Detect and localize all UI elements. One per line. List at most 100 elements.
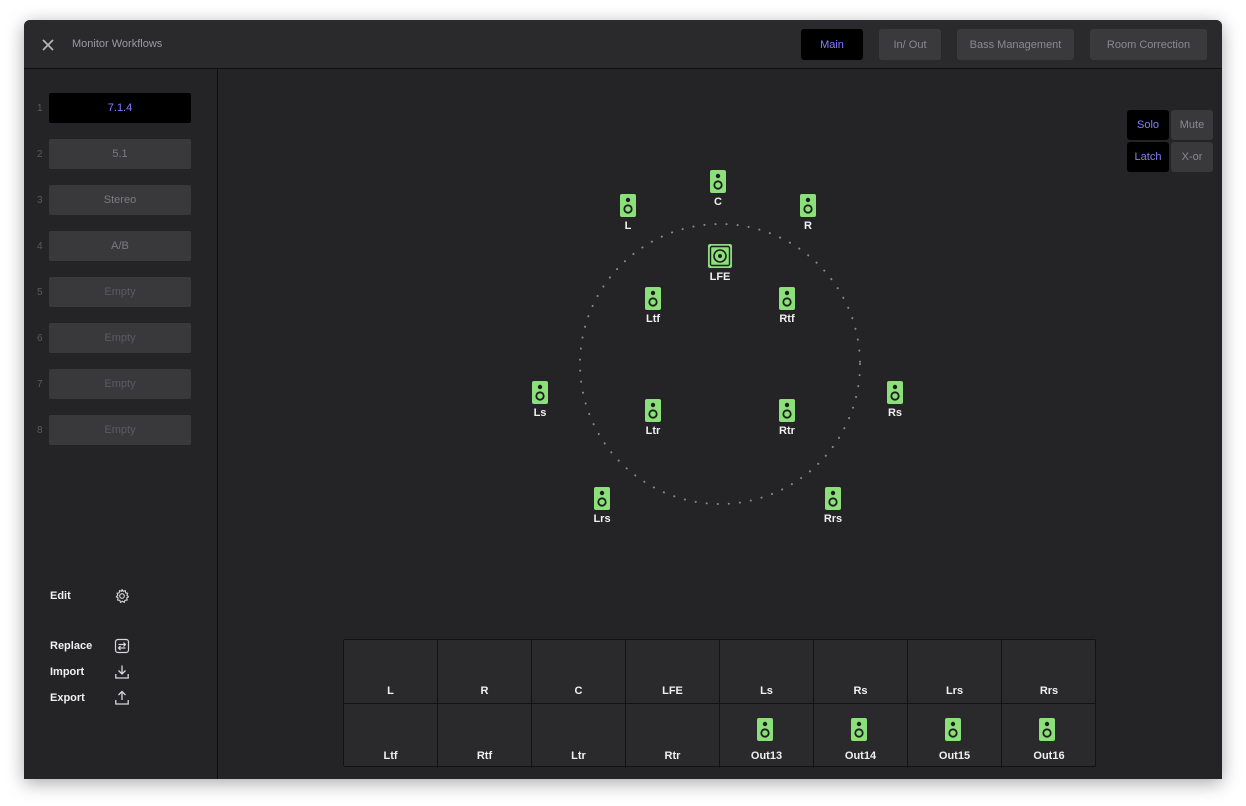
grid-cell-out13[interactable]: Out13 [720,704,814,768]
speaker-r[interactable]: R [778,194,838,232]
slot-number: 4 [37,241,43,252]
speaker-icon [1039,718,1055,741]
speaker-l[interactable]: L [598,194,658,232]
title-bar: Monitor Workflows Main In/ Out Bass Mana… [24,20,1222,69]
speaker-rs[interactable]: Rs [865,381,925,419]
speaker-rtf[interactable]: Rtf [757,287,817,325]
replace-button[interactable]: Replace [50,640,92,652]
replace-icon[interactable] [114,638,130,654]
speaker-ls[interactable]: Ls [510,381,570,419]
cell-label: Out13 [750,750,783,762]
xor-button[interactable]: X-or [1171,142,1213,172]
cell-label: Out16 [1033,750,1065,762]
grid-cell-out14[interactable]: Out14 [814,704,908,768]
grid-cell-c[interactable]: C [532,640,626,704]
slot-number: 8 [37,425,43,436]
output-grid: L R C LFE Ls Rs Lrs Rrs Ltf Rtf Ltr Rtr … [343,639,1096,768]
grid-cell-rrs[interactable]: Rrs [1002,640,1096,704]
slot-2[interactable]: 5.1 [49,139,191,169]
import-button[interactable]: Import [50,666,84,678]
speaker-label: C [714,196,722,208]
mute-button[interactable]: Mute [1171,110,1213,140]
slot-3[interactable]: Stereo [49,185,191,215]
speaker-rrs[interactable]: Rrs [803,487,863,525]
speaker-label: LFE [709,271,731,283]
speaker-rtr[interactable]: Rtr [757,399,817,437]
slot-1[interactable]: 7.1.4 [49,93,191,123]
cell-label: R [480,685,489,697]
speaker-icon [710,170,726,193]
solo-button[interactable]: Solo [1127,110,1169,140]
gear-icon[interactable] [114,588,130,604]
speaker-lfe[interactable]: LFE [690,244,750,283]
speaker-c[interactable]: C [688,170,748,208]
cell-label: Rtf [476,750,493,762]
speaker-icon [757,718,773,741]
speaker-icon [851,718,867,741]
grid-cell-rtf[interactable]: Rtf [438,704,532,768]
slot-6[interactable]: Empty [49,323,191,353]
cell-label: LFE [662,685,683,697]
cell-label: L [387,685,394,697]
download-icon[interactable] [114,664,130,680]
export-button[interactable]: Export [50,692,85,704]
edit-button[interactable]: Edit [50,590,71,602]
cell-label: Rtr [664,750,681,762]
grid-cell-lfe[interactable]: LFE [626,640,720,704]
speaker-label: Lrs [593,513,611,525]
speaker-icon [594,487,610,510]
tab-main[interactable]: Main [801,29,863,60]
speaker-lrs[interactable]: Lrs [572,487,632,525]
grid-cell-out16[interactable]: Out16 [1002,704,1096,768]
slot-number: 7 [37,379,43,390]
grid-cell-lrs[interactable]: Lrs [908,640,1002,704]
tab-room-correction[interactable]: Room Correction [1090,29,1207,60]
speaker-label: Rtf [779,313,795,325]
speaker-label: Rs [887,407,903,419]
speaker-icon [779,399,795,422]
speaker-icon [645,287,661,310]
subwoofer-icon [708,244,732,268]
slot-number: 3 [37,195,43,206]
cell-label: Lrs [945,685,964,697]
cell-label: Ltf [383,750,398,762]
grid-cell-rtr[interactable]: Rtr [626,704,720,768]
speaker-label: Ltr [645,425,661,437]
window-title: Monitor Workflows [72,38,163,50]
speaker-label: Ltf [645,313,661,325]
tab-in-out[interactable]: In/ Out [879,29,941,60]
grid-cell-rs[interactable]: Rs [814,640,908,704]
speaker-icon [825,487,841,510]
latch-button[interactable]: Latch [1127,142,1169,172]
slot-number: 1 [37,103,43,114]
speaker-ltf[interactable]: Ltf [623,287,683,325]
upload-icon[interactable] [114,690,130,706]
slot-7[interactable]: Empty [49,369,191,399]
slot-4[interactable]: A/B [49,231,191,261]
speaker-icon [620,194,636,217]
speaker-ltr[interactable]: Ltr [623,399,683,437]
grid-cell-ltf[interactable]: Ltf [344,704,438,768]
speaker-icon [945,718,961,741]
grid-cell-ltr[interactable]: Ltr [532,704,626,768]
speaker-icon [779,287,795,310]
sidebar: 1 7.1.4 2 5.1 3 Stereo 4 A/B 5 Empty 6 E… [24,69,218,779]
cell-label: Ltr [571,750,586,762]
speaker-label: Ls [533,407,547,419]
slot-5[interactable]: Empty [49,277,191,307]
speaker-label: Rtr [779,425,795,437]
slot-8[interactable]: Empty [49,415,191,445]
slot-number: 6 [37,333,43,344]
speaker-icon [800,194,816,217]
cell-label: Rrs [1039,685,1059,697]
close-icon[interactable] [40,37,56,53]
grid-cell-out15[interactable]: Out15 [908,704,1002,768]
grid-cell-r[interactable]: R [438,640,532,704]
grid-cell-ls[interactable]: Ls [720,640,814,704]
grid-cell-l[interactable]: L [344,640,438,704]
cell-label: Rs [853,685,868,697]
cell-label: Ls [760,685,773,697]
cell-label: Out15 [938,750,971,762]
tab-bass-management[interactable]: Bass Management [957,29,1074,60]
speaker-label: L [624,220,632,232]
